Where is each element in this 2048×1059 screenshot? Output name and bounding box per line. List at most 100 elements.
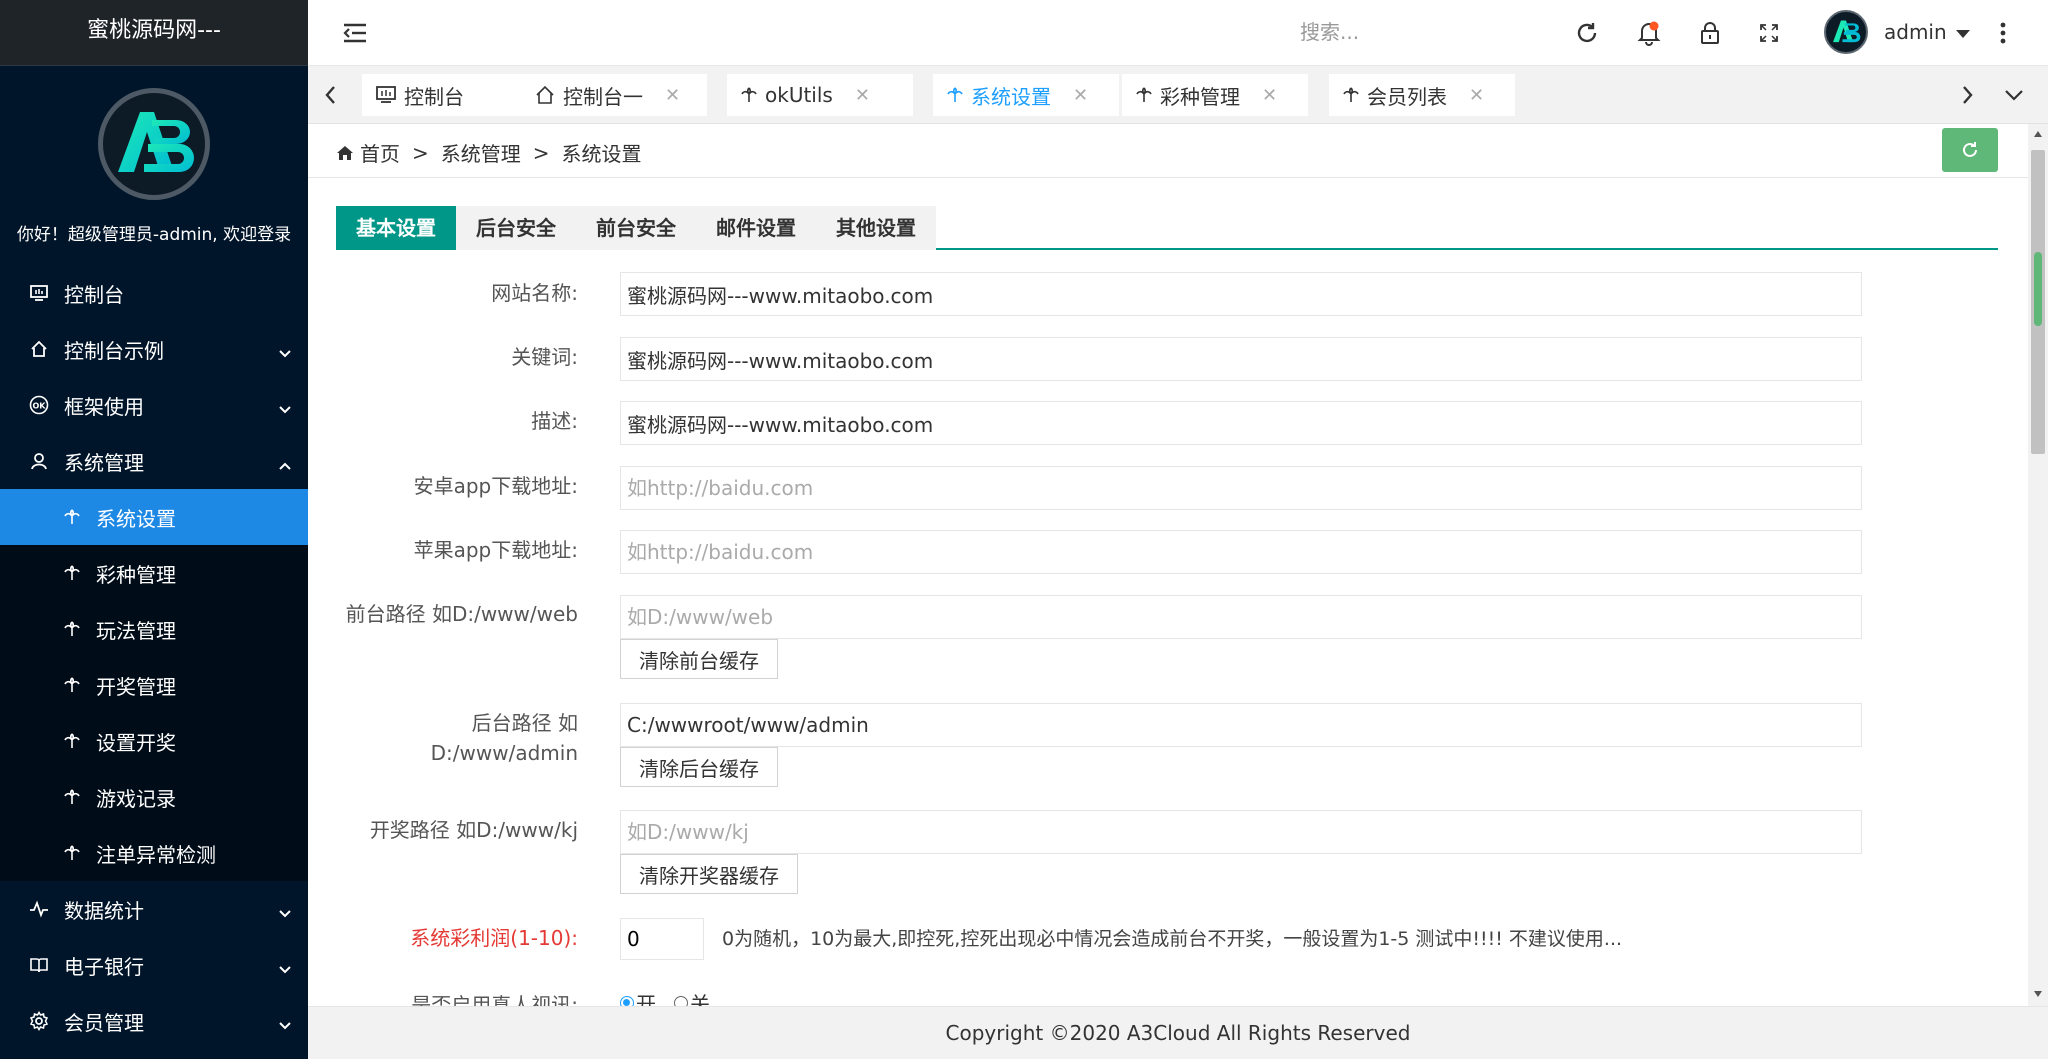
palm-icon — [62, 618, 82, 640]
palm-icon — [947, 87, 963, 103]
palm-icon — [62, 506, 82, 528]
welcome-text: 你好！超级管理员-admin, 欢迎登录 — [16, 225, 292, 245]
sidebar-item-statistics[interactable]: 数据统计 — [0, 881, 308, 937]
tab-other-settings[interactable]: 其他设置 — [816, 206, 936, 250]
description-label: 描述: — [531, 409, 578, 433]
sidebar-item-members[interactable]: 会员管理 — [0, 993, 308, 1049]
tab-label: okUtils — [765, 83, 833, 107]
sidebar-subitem-draw-management[interactable]: 开奖管理 — [0, 657, 308, 713]
username: admin — [1884, 20, 1947, 44]
content-scrollbar[interactable] — [2028, 124, 2048, 1006]
app-title: 蜜桃源码网--- — [0, 0, 308, 66]
bell-icon[interactable] — [1634, 18, 1664, 48]
tab-system-settings[interactable]: 系统设置 ✕ — [933, 74, 1119, 116]
chevron-down-icon — [278, 956, 292, 980]
front-path-input[interactable] — [620, 595, 1862, 639]
sidebar-subitem-set-draw[interactable]: 设置开奖 — [0, 713, 308, 769]
tab-dashboard[interactable]: 控制台 — [362, 74, 532, 116]
gear-icon — [28, 1010, 50, 1032]
sidebar-item-system-management[interactable]: 系统管理 — [0, 433, 308, 489]
refresh-page-button[interactable] — [1942, 128, 1998, 172]
tabs-dropdown-icon[interactable] — [2000, 80, 2028, 110]
clear-draw-cache-button[interactable]: 清除开奖器缓存 — [620, 854, 798, 894]
bank-icon — [28, 954, 50, 976]
refresh-icon[interactable] — [1572, 18, 1602, 48]
radio-on[interactable] — [620, 995, 634, 1006]
site-name-input[interactable] — [620, 272, 1862, 316]
sidebar-subitem-label: 开奖管理 — [96, 674, 176, 699]
tab-label: 彩种管理 — [1160, 84, 1240, 109]
sidebar-item-dashboard[interactable]: 控制台 — [0, 265, 308, 321]
tab-admin-security[interactable]: 后台安全 — [456, 206, 576, 250]
monitor-icon — [28, 282, 50, 304]
tab-mail-settings[interactable]: 邮件设置 — [696, 206, 816, 250]
sidebar-item-label: 系统管理 — [64, 450, 144, 475]
tabs-scroll-left-icon[interactable] — [316, 80, 344, 110]
breadcrumb-bar: 首页 > 系统管理 > 系统设置 — [308, 124, 2028, 178]
sidebar-subitem-label: 设置开奖 — [96, 730, 176, 755]
sidebar-item-dashboard-examples[interactable]: 控制台示例 — [0, 321, 308, 377]
sidebar-subitem-bet-anomaly[interactable]: 注单异常检测 — [0, 825, 308, 881]
radio-off-label: 关 — [690, 992, 710, 1006]
chevron-up-icon — [278, 452, 292, 476]
tabs-scroll-right-icon[interactable] — [1954, 80, 1982, 110]
close-icon[interactable]: ✕ — [855, 85, 870, 106]
sidebar-subitem-system-settings[interactable]: 系统设置 — [0, 489, 308, 545]
sidebar-menu: 控制台 控制台示例 OK 框架使用 系统管理 系统设置 彩种管理 玩法管理 开奖… — [0, 265, 308, 1049]
tab-front-security[interactable]: 前台安全 — [576, 206, 696, 250]
tab-okutils[interactable]: okUtils ✕ — [727, 74, 913, 116]
chevron-down-icon — [278, 396, 292, 420]
sidebar-subitem-lottery-types[interactable]: 彩种管理 — [0, 545, 308, 601]
ios-url-input[interactable] — [620, 530, 1862, 574]
lock-icon[interactable] — [1695, 18, 1725, 48]
chevron-down-icon — [278, 1012, 292, 1036]
sidebar-item-label: 数据统计 — [64, 898, 144, 923]
description-input[interactable] — [620, 401, 1862, 445]
search-input[interactable] — [1300, 14, 1460, 50]
fullscreen-icon[interactable] — [1754, 18, 1784, 48]
settings-tabs: 基本设置 后台安全 前台安全 邮件设置 其他设置 — [336, 206, 1998, 250]
sidebar-subitem-game-records[interactable]: 游戏记录 — [0, 769, 308, 825]
scroll-up-icon[interactable] — [2032, 128, 2044, 140]
keywords-label: 关键词: — [511, 345, 578, 369]
sidebar-item-label: 电子银行 — [64, 954, 144, 979]
radio-off[interactable] — [674, 995, 688, 1006]
monitor-icon — [376, 86, 396, 104]
clear-admin-cache-button[interactable]: 清除后台缓存 — [620, 747, 778, 787]
palm-icon — [1136, 87, 1152, 103]
home-icon — [336, 145, 354, 161]
scroll-down-icon[interactable] — [2032, 988, 2044, 1000]
menu-toggle-icon[interactable] — [340, 18, 370, 48]
tab-member-list[interactable]: 会员列表 ✕ — [1329, 74, 1515, 116]
admin-path-input[interactable] — [620, 703, 1862, 747]
more-vertical-icon[interactable] — [1988, 18, 2018, 48]
breadcrumb-home[interactable]: 首页 — [360, 138, 400, 167]
breadcrumb-level1[interactable]: 系统管理 — [441, 138, 521, 167]
keywords-input[interactable] — [620, 337, 1862, 381]
profit-input[interactable] — [620, 918, 704, 960]
close-icon[interactable]: ✕ — [1262, 85, 1277, 106]
draw-path-input[interactable] — [620, 810, 1862, 854]
sidebar-subitem-gameplay[interactable]: 玩法管理 — [0, 601, 308, 657]
home-icon — [535, 85, 555, 105]
tab-basic-settings[interactable]: 基本设置 — [336, 206, 456, 250]
real-video-radio-group: 开 关 — [620, 988, 710, 1006]
tab-label: 控制台一 — [563, 84, 643, 109]
sidebar-item-ebank[interactable]: 电子银行 — [0, 937, 308, 993]
tab-label: 会员列表 — [1367, 84, 1447, 109]
close-icon[interactable]: ✕ — [665, 85, 680, 106]
breadcrumb-level2: 系统设置 — [561, 142, 642, 166]
palm-icon — [1343, 87, 1359, 103]
clear-front-cache-button[interactable]: 清除前台缓存 — [620, 639, 778, 679]
tab-lottery-types[interactable]: 彩种管理 ✕ — [1122, 74, 1308, 116]
front-path-label: 前台路径 如D:/www/web — [345, 602, 578, 626]
caret-down-icon — [1955, 20, 1971, 44]
close-icon[interactable]: ✕ — [1469, 85, 1484, 106]
admin-path-label-line1: 后台路径 如 — [471, 711, 578, 735]
user-menu[interactable]: admin — [1824, 10, 1971, 54]
tab-dashboard-one[interactable]: 控制台一 ✕ — [521, 74, 707, 116]
android-url-input[interactable] — [620, 466, 1862, 510]
sidebar-item-framework[interactable]: OK 框架使用 — [0, 377, 308, 433]
close-icon[interactable]: ✕ — [1073, 85, 1088, 106]
sidebar: 蜜桃源码网--- 你好！超级管理员-admin, 欢迎登录 控制台 控制台示例 … — [0, 0, 308, 1059]
